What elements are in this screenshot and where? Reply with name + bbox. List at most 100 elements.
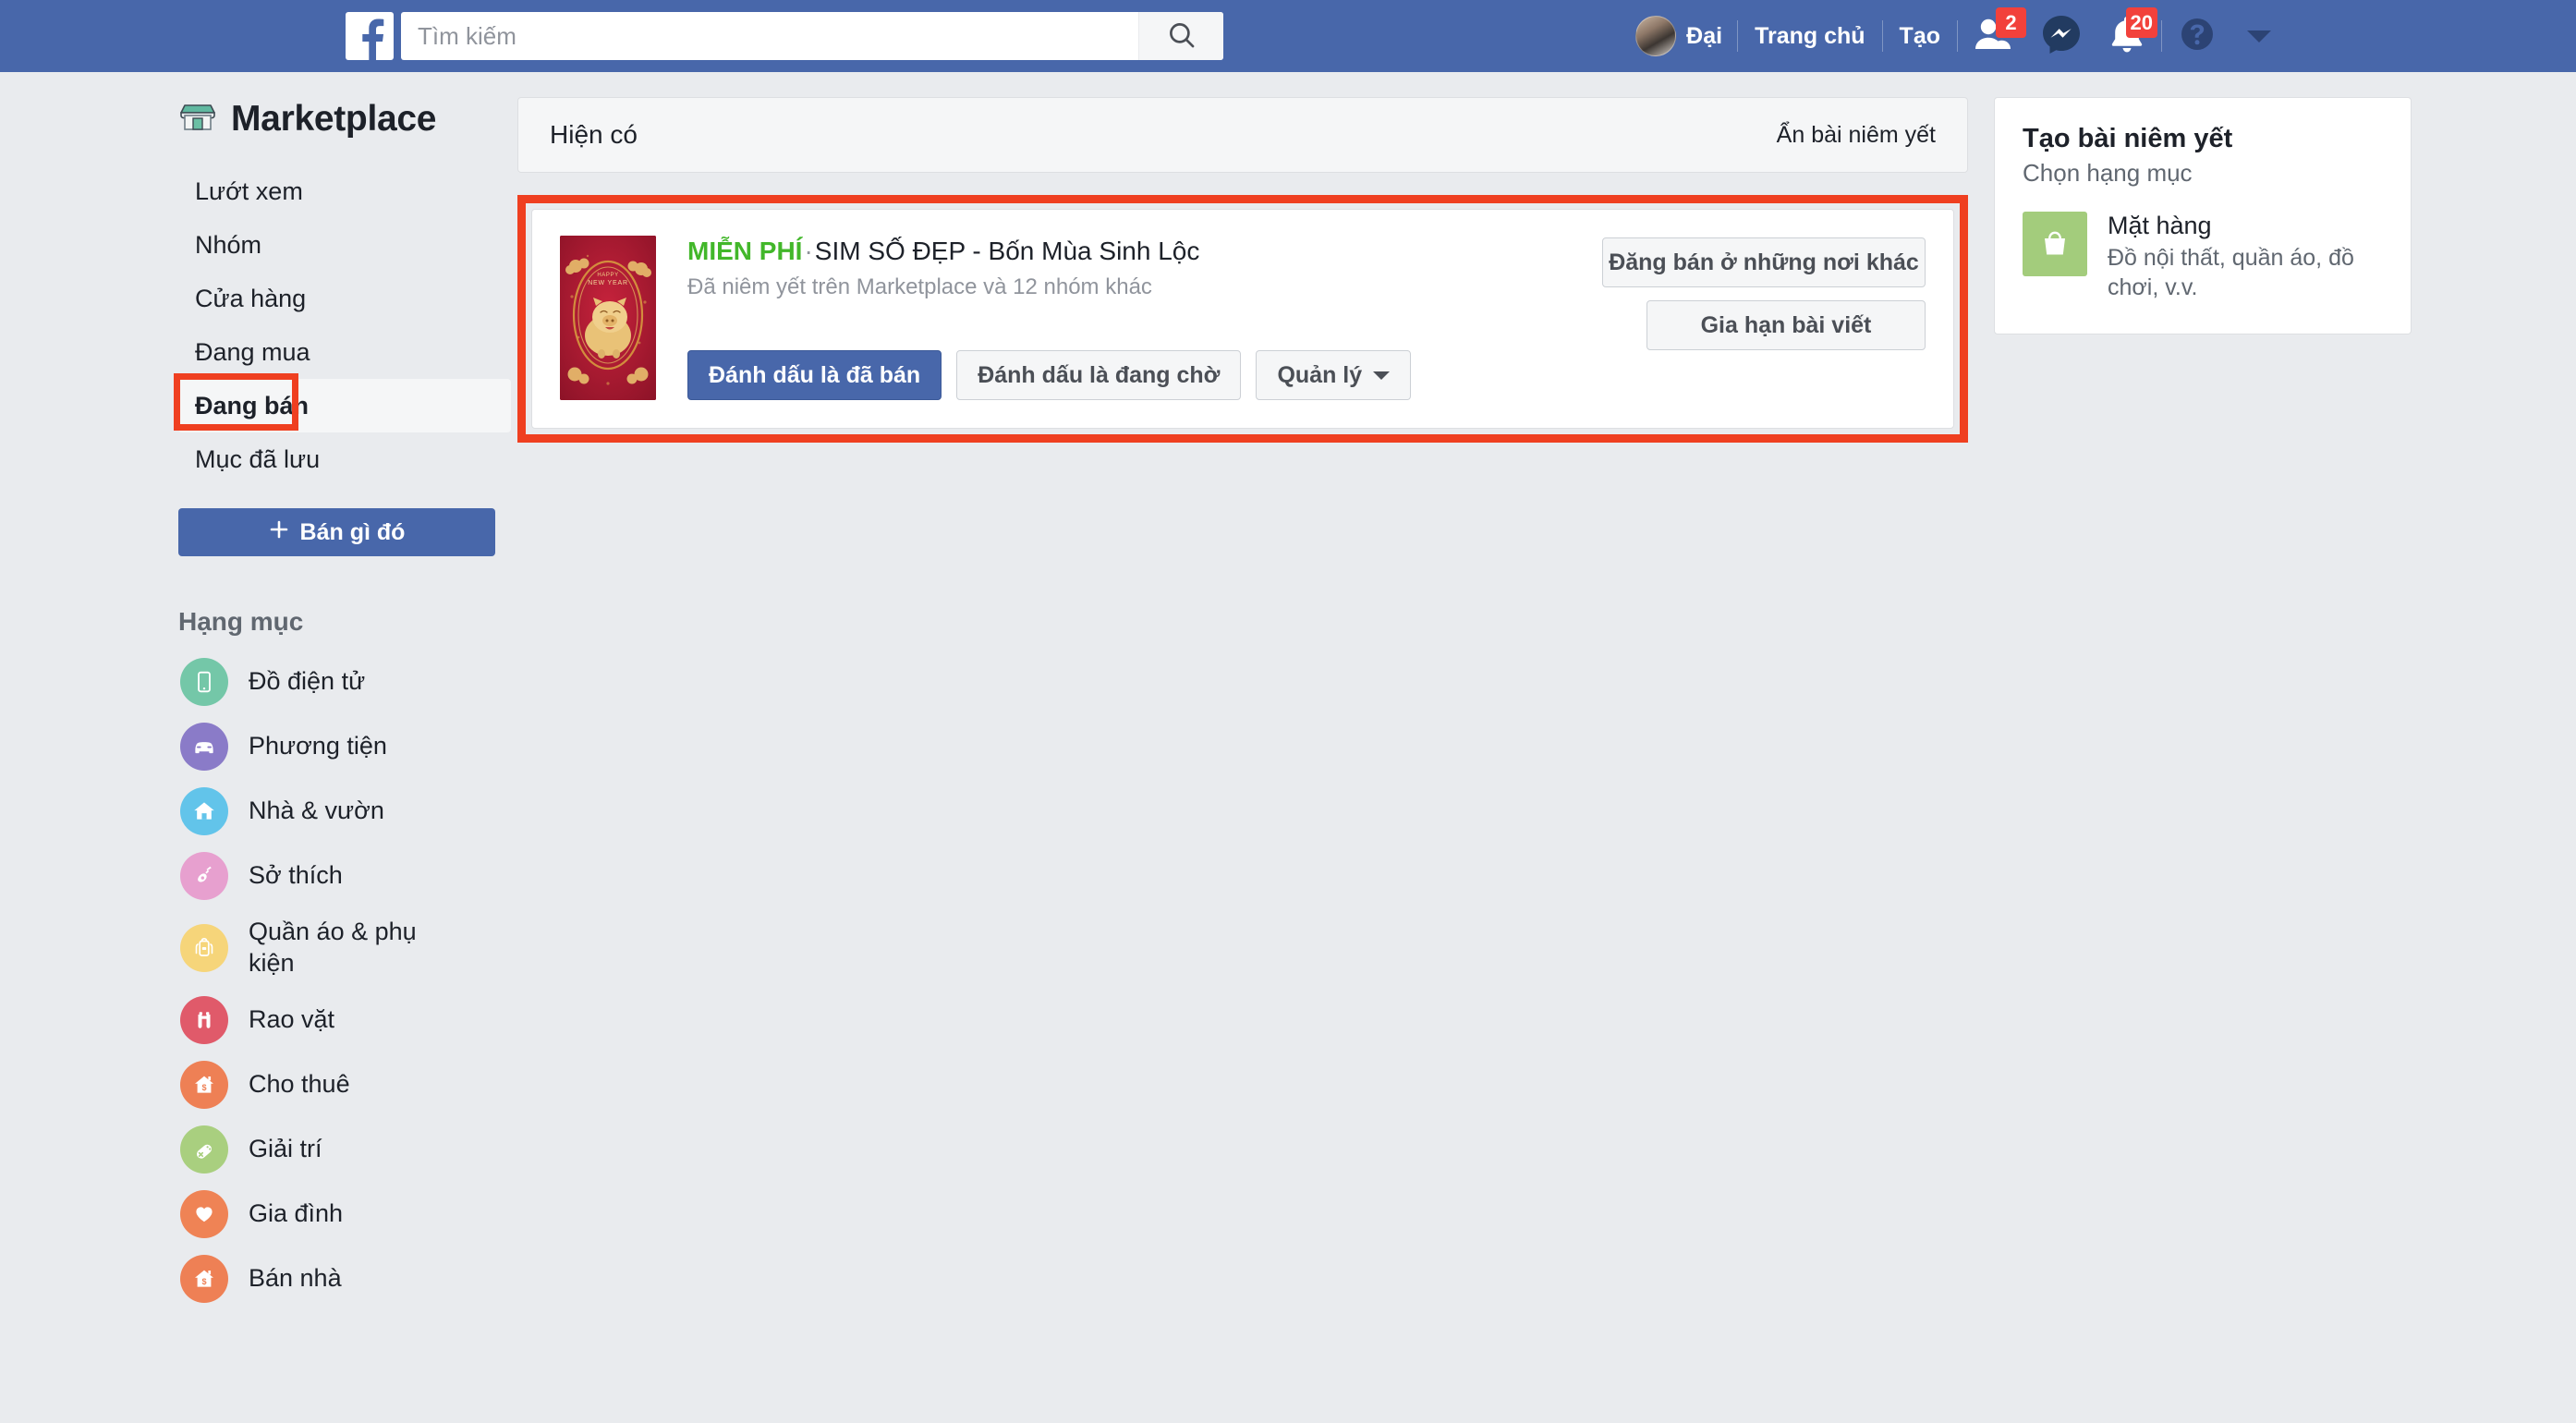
search-input[interactable] xyxy=(401,12,1138,60)
main-content-column: Hiện có Ẩn bài niêm yết HAPPY NEW YEAR M… xyxy=(517,97,1968,443)
house-rent-icon: $ xyxy=(180,1060,228,1109)
profile-link[interactable]: Đại xyxy=(1622,16,1735,56)
category-list: Đồ điện tử Phương tiện Nhà & vườn Sở thí… xyxy=(178,650,511,1311)
create-listing-option-text: Mặt hàng Đồ nội thất, quần áo, đồ chơi, … xyxy=(2108,212,2383,302)
sidebar-item-saved[interactable]: Mục đã lưu xyxy=(178,432,511,486)
avatar xyxy=(1635,16,1677,56)
plus-icon xyxy=(269,519,289,546)
sell-elsewhere-button[interactable]: Đăng bán ở những nơi khác xyxy=(1602,237,1926,287)
button-label: Đăng bán ở những nơi khác xyxy=(1609,249,1919,275)
sidebar-item-browse[interactable]: Lướt xem xyxy=(178,164,511,218)
category-label: Giải trí xyxy=(249,1134,322,1162)
category-label: Rao vặt xyxy=(249,1004,335,1033)
car-icon xyxy=(180,723,228,771)
guitar-icon xyxy=(180,852,228,900)
category-item-property-for-sale[interactable]: $ Bán nhà xyxy=(178,1247,511,1311)
renew-post-button[interactable]: Gia hạn bài viết xyxy=(1646,300,1926,350)
phone-icon xyxy=(180,658,228,706)
heart-icon xyxy=(180,1189,228,1238)
help-question-icon xyxy=(2177,14,2218,59)
categories-header: Hạng mục xyxy=(178,607,304,636)
category-item-hobbies[interactable]: Sở thích xyxy=(178,844,511,908)
facebook-f-logo[interactable] xyxy=(346,12,394,60)
create-listing-option-item[interactable]: Mặt hàng Đồ nội thất, quần áo, đồ chơi, … xyxy=(2023,212,2383,302)
listing-title[interactable]: SIM SỐ ĐẸP - Bốn Mùa Sinh Lộc xyxy=(815,237,1200,265)
search-submit-button[interactable] xyxy=(1138,12,1223,60)
top-nav-right-cluster: Đại Trang chủ Tạo 2 20 xyxy=(1622,0,2576,72)
messenger-icon xyxy=(2041,14,2082,59)
page-title: Hiện có xyxy=(550,120,638,149)
title-separator: · xyxy=(804,237,813,265)
category-item-clothing[interactable]: Quần áo & phụ kiện xyxy=(178,908,511,988)
search-bar[interactable] xyxy=(401,12,1223,60)
nav-divider xyxy=(2161,20,2162,52)
marketplace-title: Marketplace xyxy=(231,98,437,139)
home-link[interactable]: Trang chủ xyxy=(1740,23,1879,50)
button-label: Đánh dấu là đang chờ xyxy=(978,361,1221,388)
button-label: Quản lý xyxy=(1277,361,1363,388)
account-menu-chevron-down-icon[interactable] xyxy=(2247,30,2271,43)
category-label: Bán nhà xyxy=(249,1263,342,1292)
category-label: Nhà & vườn xyxy=(249,797,384,825)
shopping-bag-icon xyxy=(2023,212,2087,276)
lunar-new-year-pig-image[interactable]: HAPPY NEW YEAR xyxy=(560,236,656,400)
house-sale-icon: $ xyxy=(180,1254,228,1303)
chevron-down-icon xyxy=(1373,371,1391,380)
category-item-classifieds[interactable]: Rao vặt xyxy=(178,988,511,1052)
category-item-home-garden[interactable]: Nhà & vườn xyxy=(178,779,511,844)
create-listing-card: Tạo bài niêm yết Chọn hạng mục Mặt hàng … xyxy=(1994,97,2412,335)
sidebar-item-shops[interactable]: Cửa hàng xyxy=(178,272,511,325)
available-listings-header: Hiện có Ẩn bài niêm yết xyxy=(517,97,1968,173)
binoculars-icon xyxy=(180,995,228,1044)
sell-something-button[interactable]: Bán gì đó xyxy=(178,508,495,556)
category-item-entertainment[interactable]: Giải trí xyxy=(178,1117,511,1182)
manage-button[interactable]: Quản lý xyxy=(1256,350,1412,400)
listing-details: MIỄN PHÍ·SIM SỐ ĐẸP - Bốn Mùa Sinh Lộc Đ… xyxy=(656,236,1602,400)
category-label: Cho thuê xyxy=(249,1069,350,1098)
category-item-rentals[interactable]: $ Cho thuê xyxy=(178,1052,511,1117)
nav-divider xyxy=(1881,20,1883,52)
create-listing-subtitle: Chọn hạng mục xyxy=(2023,159,2193,187)
friend-requests-button[interactable]: 2 xyxy=(1960,0,2028,72)
sidebar-item-groups[interactable]: Nhóm xyxy=(178,218,511,272)
search-icon xyxy=(1166,19,1197,54)
sidebar-item-label: Đang bán xyxy=(195,391,310,420)
profile-name: Đại xyxy=(1686,22,1723,49)
notifications-badge: 20 xyxy=(2125,7,2157,38)
category-item-family[interactable]: Gia đình xyxy=(178,1182,511,1247)
storefront-icon xyxy=(178,97,217,140)
hide-listing-link[interactable]: Ẩn bài niêm yết xyxy=(1777,122,1936,149)
help-button[interactable] xyxy=(2164,0,2230,72)
sidebar-nav-list: Lướt xem Nhóm Cửa hàng Đang mua Đang bán… xyxy=(174,164,511,486)
sidebar-item-buying[interactable]: Đang mua xyxy=(178,325,511,379)
create-link[interactable]: Tạo xyxy=(1885,23,1955,50)
category-item-vehicles[interactable]: Phương tiện xyxy=(178,714,511,779)
sidebar-item-selling[interactable]: Đang bán xyxy=(178,379,511,432)
mark-as-pending-button[interactable]: Đánh dấu là đang chờ xyxy=(956,350,1242,400)
friend-requests-badge: 2 xyxy=(1996,7,2026,38)
category-label: Quần áo & phụ kiện xyxy=(249,918,417,977)
category-label: Đồ điện tử xyxy=(249,667,366,696)
messenger-button[interactable] xyxy=(2028,0,2095,72)
button-label: Gia hạn bài viết xyxy=(1700,311,1872,338)
svg-text:NEW YEAR: NEW YEAR xyxy=(588,280,628,286)
marketplace-sidebar: Marketplace Lướt xem Nhóm Cửa hàng Đang … xyxy=(174,97,511,1311)
sidebar-item-label: Mục đã lưu xyxy=(195,444,321,473)
category-item-electronics[interactable]: Đồ điện tử xyxy=(178,650,511,714)
listing-side-actions: Đăng bán ở những nơi khác Gia hạn bài vi… xyxy=(1602,236,1926,400)
notifications-button[interactable]: 20 xyxy=(2095,0,2159,72)
annotation-box-listing-card: HAPPY NEW YEAR MIỄN PHÍ·SIM SỐ ĐẸP - Bốn… xyxy=(517,195,1968,443)
listing-action-buttons: Đánh dấu là đã bán Đánh dấu là đang chờ … xyxy=(687,350,1602,400)
category-label: Sở thích xyxy=(249,861,343,890)
svg-text:$: $ xyxy=(201,1082,206,1091)
svg-text:$: $ xyxy=(201,1276,206,1285)
marketplace-brand[interactable]: Marketplace xyxy=(178,97,511,140)
house-icon xyxy=(180,787,228,835)
sell-button-label: Bán gì đó xyxy=(299,518,406,545)
sidebar-item-label: Lướt xem xyxy=(195,176,303,205)
listing-subtitle: Đã niêm yết trên Marketplace và 12 nhóm … xyxy=(687,274,1152,299)
mark-as-sold-button[interactable]: Đánh dấu là đã bán xyxy=(687,350,942,400)
nav-divider xyxy=(1957,20,1958,52)
svg-text:HAPPY: HAPPY xyxy=(597,273,618,278)
listing-price: MIỄN PHÍ xyxy=(687,237,803,265)
